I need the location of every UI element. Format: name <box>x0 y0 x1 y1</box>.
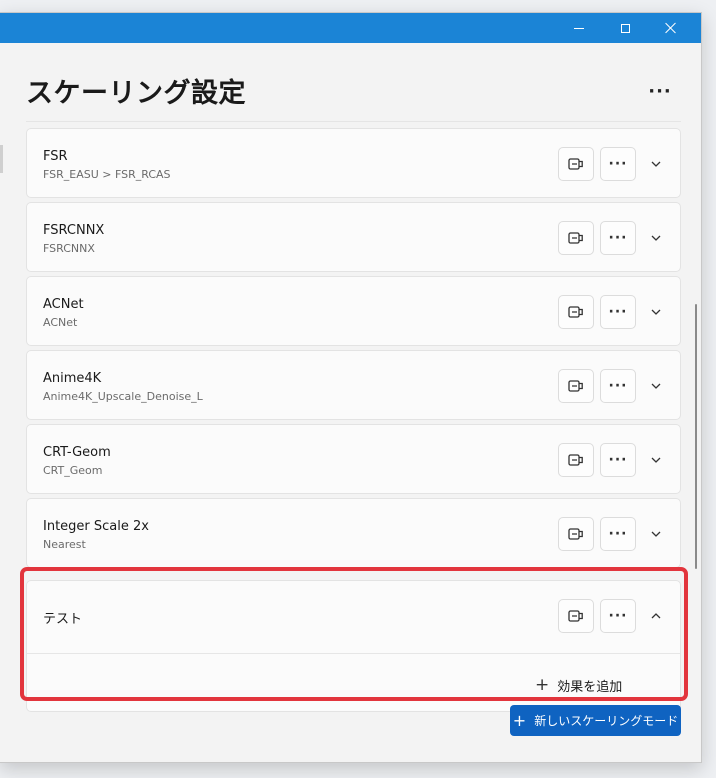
chevron-down-icon <box>651 531 661 537</box>
chevron-down-icon <box>651 235 661 241</box>
highlight-annotation <box>20 567 688 701</box>
expand-button[interactable] <box>645 449 667 471</box>
duplicate-icon <box>568 306 583 318</box>
chevron-down-icon <box>651 383 661 389</box>
chevron-down-icon <box>651 457 661 463</box>
mode-effects: FSR_EASU > FSR_RCAS <box>43 168 171 181</box>
header-divider <box>26 121 681 122</box>
expand-button[interactable] <box>645 301 667 323</box>
mode-name: FSRCNNX <box>43 223 105 238</box>
nav-indicator <box>0 145 3 173</box>
mode-name: CRT-Geom <box>43 445 111 460</box>
duplicate-button[interactable] <box>558 369 594 403</box>
mode-effects: Nearest <box>43 538 86 551</box>
mode-effects: CRT_Geom <box>43 464 103 477</box>
plus-icon: + <box>512 711 527 730</box>
duplicate-button[interactable] <box>558 221 594 255</box>
scaling-mode-card[interactable]: Anime4K Anime4K_Upscale_Denoise_L ··· <box>26 350 681 420</box>
duplicate-button[interactable] <box>558 295 594 329</box>
minimize-button[interactable] <box>556 13 602 43</box>
expand-button[interactable] <box>645 375 667 397</box>
mode-name: Integer Scale 2x <box>43 519 149 534</box>
duplicate-icon <box>568 454 583 466</box>
expand-button[interactable] <box>645 227 667 249</box>
mode-effects: ACNet <box>43 316 78 329</box>
chevron-down-icon <box>651 309 661 315</box>
mode-more-button[interactable]: ··· <box>600 517 636 551</box>
maximize-icon <box>620 23 630 33</box>
new-scaling-mode-button[interactable]: + 新しいスケーリングモード <box>510 705 681 736</box>
duplicate-button[interactable] <box>558 147 594 181</box>
mode-name: FSR <box>43 149 68 164</box>
chevron-down-icon <box>651 161 661 167</box>
scaling-mode-card[interactable]: FSR FSR_EASU > FSR_RCAS ··· <box>26 128 681 198</box>
close-icon <box>665 22 677 34</box>
mode-name: Anime4K <box>43 371 102 386</box>
scaling-mode-card[interactable]: Integer Scale 2x Nearest ··· <box>26 498 681 568</box>
duplicate-icon <box>568 380 583 392</box>
mode-effects: FSRCNNX <box>43 242 95 255</box>
mode-name: ACNet <box>43 297 84 312</box>
mode-more-button[interactable]: ··· <box>600 295 636 329</box>
mode-effects: Anime4K_Upscale_Denoise_L <box>43 390 203 403</box>
scaling-mode-card[interactable]: ACNet ACNet ··· <box>26 276 681 346</box>
duplicate-button[interactable] <box>558 517 594 551</box>
page-more-button[interactable]: ··· <box>640 75 680 107</box>
mode-more-button[interactable]: ··· <box>600 369 636 403</box>
title-bar[interactable] <box>0 13 701 43</box>
scaling-mode-card[interactable]: FSRCNNX FSRCNNX ··· <box>26 202 681 272</box>
scaling-mode-card[interactable]: CRT-Geom CRT_Geom ··· <box>26 424 681 494</box>
maximize-button[interactable] <box>602 13 648 43</box>
close-button[interactable] <box>648 13 694 43</box>
minimize-icon <box>574 27 584 29</box>
duplicate-button[interactable] <box>558 443 594 477</box>
scrollbar-thumb[interactable] <box>695 304 697 569</box>
expand-button[interactable] <box>645 523 667 545</box>
mode-more-button[interactable]: ··· <box>600 443 636 477</box>
mode-more-button[interactable]: ··· <box>600 221 636 255</box>
expand-button[interactable] <box>645 153 667 175</box>
duplicate-icon <box>568 232 583 244</box>
duplicate-icon <box>568 158 583 170</box>
new-scaling-mode-label: 新しいスケーリングモード <box>534 714 679 728</box>
duplicate-icon <box>568 528 583 540</box>
page-title: スケーリング設定 <box>26 78 246 109</box>
mode-more-button[interactable]: ··· <box>600 147 636 181</box>
